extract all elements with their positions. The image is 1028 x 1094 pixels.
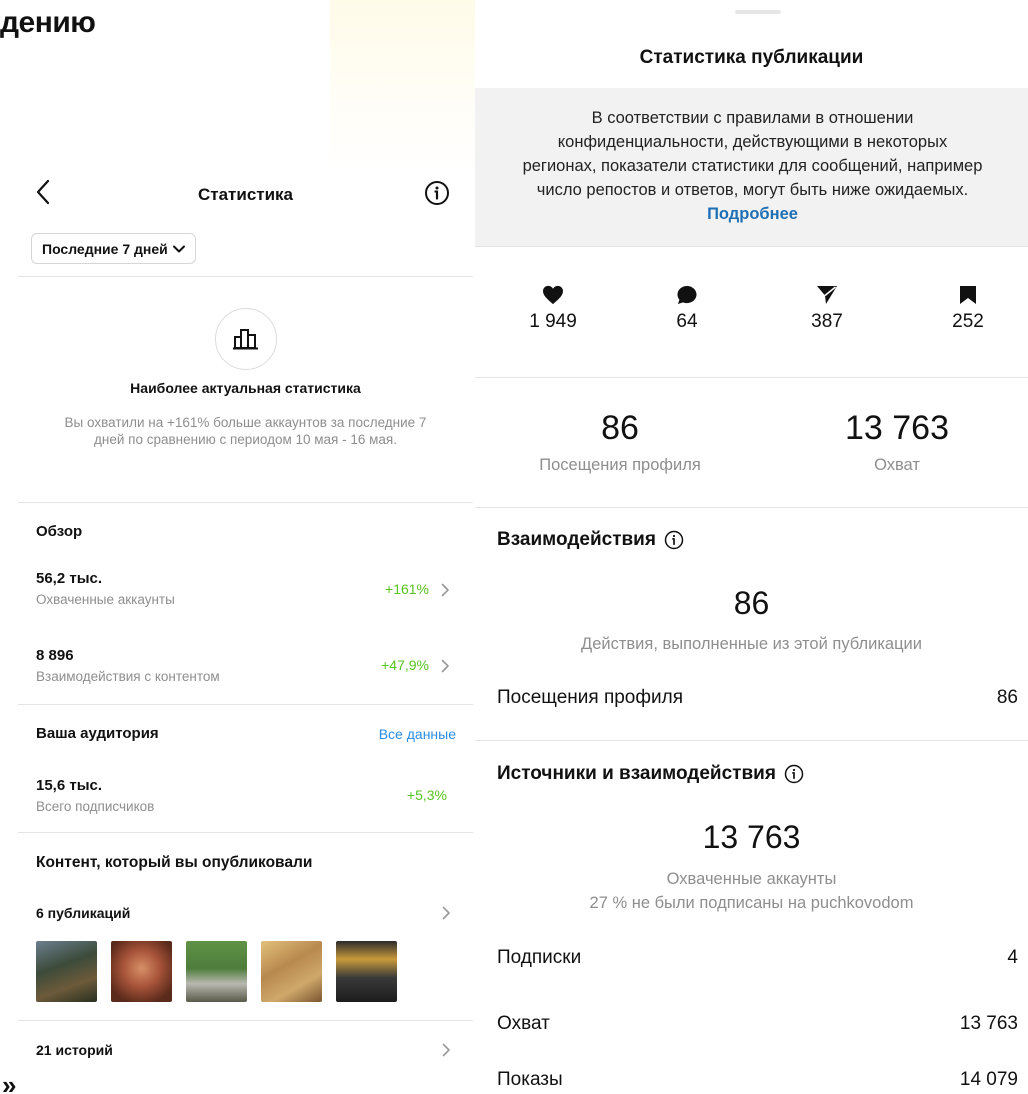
reach-label: Охват	[874, 456, 920, 474]
profile-visits-value: 86	[601, 409, 639, 447]
interactions-heading: Взаимодействия	[497, 529, 684, 551]
insights-screen: Статистика Последние 7 дней Наиболее акт…	[18, 165, 473, 1094]
bookmark-icon	[960, 286, 976, 304]
divider	[18, 832, 473, 833]
content-heading: Контент, который вы опубликовали	[36, 854, 313, 871]
sources-subtitle: Охваченные аккаунты	[666, 870, 837, 888]
info-icon[interactable]	[424, 180, 450, 206]
period-selector[interactable]: Последние 7 дней	[31, 233, 196, 264]
saves-count: 252	[928, 285, 1008, 333]
divider	[18, 276, 473, 277]
interactions-title: Взаимодействия	[497, 529, 656, 550]
divider	[475, 740, 1028, 741]
sources-subtitle-secondary: 27 % не были подписаны на puchkovodom	[589, 894, 914, 912]
metric-value: 8 896	[36, 647, 74, 664]
row-value: 14 079	[959, 1069, 1018, 1090]
divider	[475, 246, 1028, 247]
likes-value: 1 949	[529, 311, 577, 332]
post-insights-sheet: Статистика публикации В соответствии с п…	[475, 0, 1028, 1094]
chevron-right-icon	[442, 906, 450, 920]
row-value: 13 763	[959, 1013, 1018, 1034]
chevron-right-icon	[442, 1043, 450, 1057]
row-label: Охват	[497, 1013, 550, 1034]
learn-more-link[interactable]: Подробнее	[707, 205, 798, 223]
post-thumbnail[interactable]	[36, 941, 97, 1002]
chevron-right-icon	[441, 659, 449, 673]
heart-icon	[543, 285, 563, 305]
row-label: Подписки	[497, 947, 582, 968]
overview-heading: Обзор	[36, 523, 83, 540]
stories-count-label: 21 историй	[36, 1042, 113, 1058]
divider	[18, 704, 473, 705]
comment-icon	[677, 285, 697, 305]
notice-body: В соответствии с правилами в отношении к…	[522, 109, 983, 199]
post-thumbnail[interactable]	[336, 941, 397, 1002]
likes-count: 1 949	[513, 285, 593, 333]
chevron-right-icon	[441, 583, 449, 597]
insights-title: Статистика	[197, 185, 294, 204]
page-title-fragment: дению	[0, 6, 96, 39]
divider	[18, 1020, 473, 1021]
divider	[18, 502, 473, 503]
info-icon[interactable]	[664, 530, 684, 550]
interactions-value: 86	[733, 585, 770, 621]
audience-heading: Ваша аудитория	[36, 725, 159, 742]
sheet-drag-handle[interactable]	[735, 10, 781, 14]
period-label: Последние 7 дней	[42, 240, 168, 257]
metric-change: +47,9%	[381, 657, 429, 673]
sources-title: Источники и взаимодействия	[497, 763, 776, 784]
metric-change: +5,3%	[406, 787, 447, 803]
insights-header: Статистика	[18, 165, 473, 225]
profile-visits-summary: 86 Посещения профиля	[500, 408, 740, 475]
share-icon	[817, 286, 837, 304]
privacy-notice: В соответствии с правилами в отношении к…	[475, 88, 1028, 246]
sources-value: 13 763	[702, 819, 801, 855]
post-insights-title: Статистика публикации	[639, 47, 864, 68]
post-thumbnails	[36, 941, 397, 1002]
comments-count: 64	[647, 285, 727, 333]
profile-visits-label: Посещения профиля	[539, 456, 701, 474]
post-thumbnail[interactable]	[261, 941, 322, 1002]
divider	[475, 507, 1028, 508]
background-highlight	[330, 0, 475, 175]
insight-title: Наиболее актуальная статистика	[130, 380, 361, 396]
saves-value: 252	[952, 311, 984, 332]
metric-label: Взаимодействия с контентом	[36, 669, 220, 684]
bottom-text-fragment: »	[2, 1070, 17, 1094]
insight-icon-circle	[215, 308, 277, 370]
posts-count-label: 6 публикаций	[36, 905, 131, 921]
chevron-down-icon	[172, 245, 185, 252]
reach-value: 13 763	[845, 409, 949, 447]
row-value: 4	[1007, 947, 1018, 968]
metric-label: Охваченные аккаунты	[36, 592, 175, 607]
comments-value: 64	[676, 311, 698, 332]
privacy-notice-text: В соответствии с правилами в отношении к…	[520, 106, 985, 226]
all-data-link[interactable]: Все данные	[379, 726, 456, 742]
shares-count: 387	[787, 285, 867, 333]
info-icon[interactable]	[784, 764, 804, 784]
row-label: Посещения профиля	[497, 687, 683, 708]
bar-chart-icon	[233, 329, 258, 350]
metric-value: 56,2 тыс.	[36, 570, 103, 587]
shares-value: 387	[811, 311, 843, 332]
metric-label: Всего подписчиков	[36, 799, 155, 814]
row-value: 86	[996, 687, 1018, 708]
metric-change: +161%	[385, 581, 429, 597]
insight-description: Вы охватили на +161% больше аккаунтов за…	[64, 415, 427, 447]
row-label: Показы	[497, 1069, 563, 1090]
post-thumbnail[interactable]	[186, 941, 247, 1002]
sources-heading: Источники и взаимодействия	[497, 763, 804, 785]
divider	[475, 377, 1028, 378]
reach-summary: 13 763 Охват	[777, 408, 1017, 475]
interactions-subtitle: Действия, выполненные из этой публикации	[581, 635, 922, 653]
metric-value: 15,6 тыс.	[36, 777, 103, 794]
post-thumbnail[interactable]	[111, 941, 172, 1002]
